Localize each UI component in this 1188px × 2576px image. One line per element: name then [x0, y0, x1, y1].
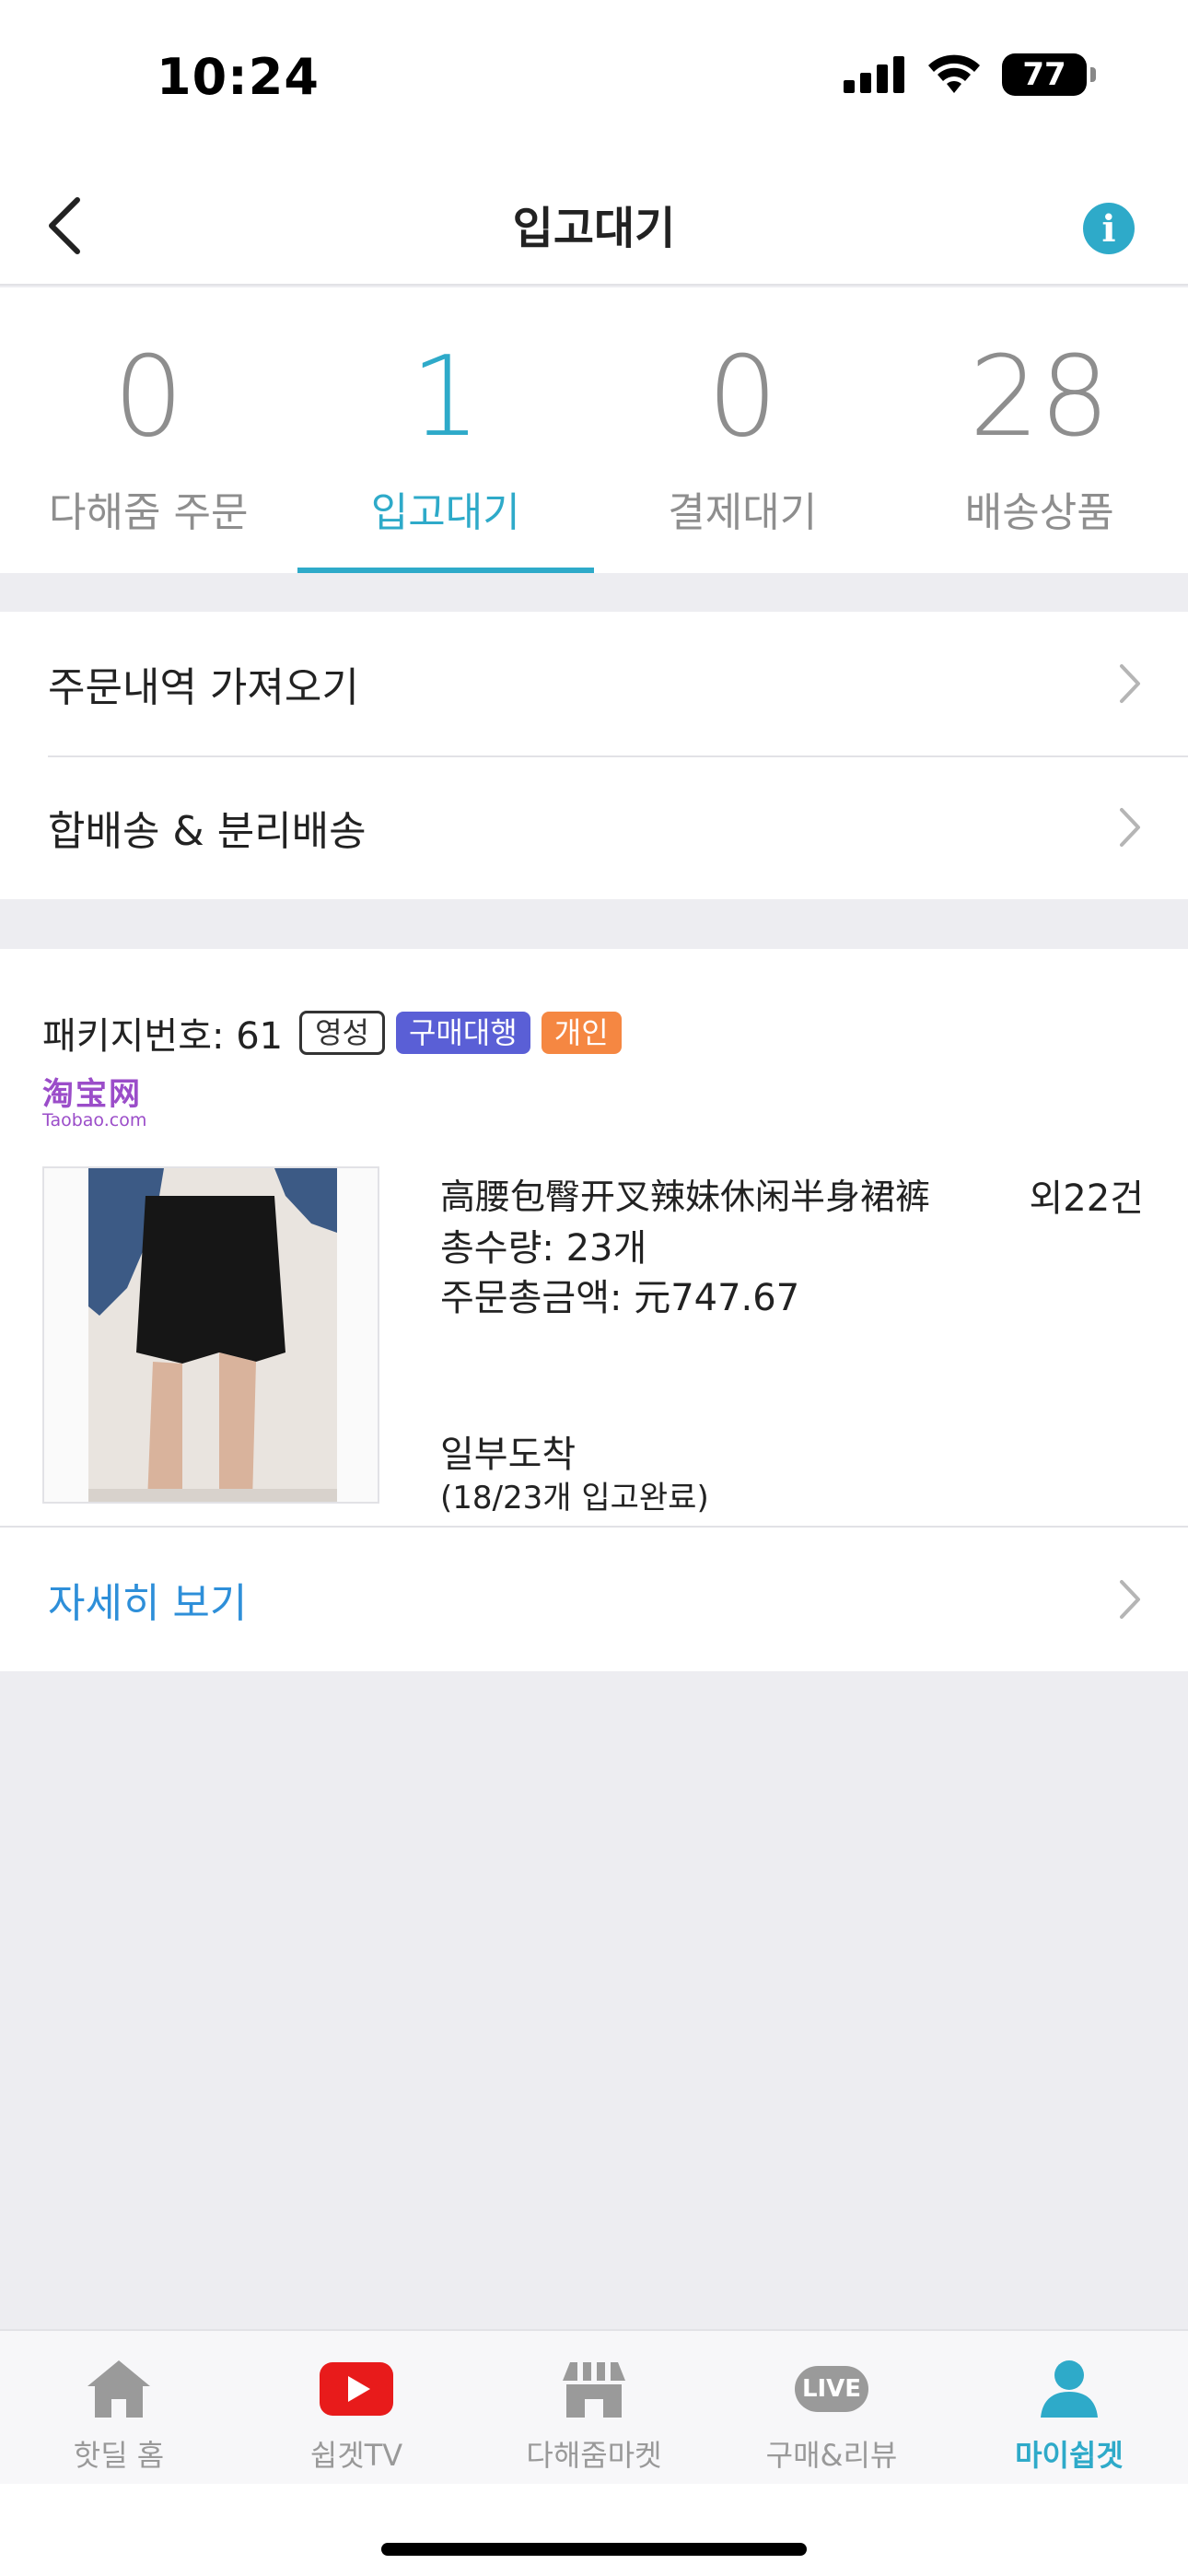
menu-item-label: 주문내역 가져오기: [48, 664, 359, 711]
home-indicator-area: [0, 2484, 1188, 2576]
import-order-history-item[interactable]: 주문내역 가져오기: [0, 612, 1188, 755]
status-time: 10:24: [157, 48, 320, 106]
arrival-status: 일부도착: [440, 1434, 577, 1476]
taobao-logo: 淘宝网 Taobao.com: [42, 1078, 162, 1130]
package-product[interactable]: 高腰包臀开叉辣妹休闲半身裙裤 외22건 총수량: 23개 주문총금액: 元747…: [0, 1130, 1188, 1526]
tab-count: 0: [113, 334, 184, 462]
tab-count: 28: [969, 334, 1111, 462]
person-icon: [1032, 2359, 1106, 2419]
package-number: 패키지번호: 61: [42, 1015, 284, 1058]
taobao-logo-subtext: Taobao.com: [42, 1110, 147, 1130]
arrival-detail: (18/23개 입고완료): [440, 1480, 709, 1516]
tab-shipget-tv[interactable]: 쉽겟TV: [238, 2331, 475, 2484]
store-icon: [557, 2359, 631, 2419]
live-badge: LIVE: [795, 2366, 868, 2412]
product-name: 高腰包臀开叉辣妹休闲半身裙裤: [440, 1177, 931, 1217]
tab-hotdeal-home[interactable]: 핫딜 홈: [0, 2331, 238, 2484]
total-quantity: 총수량: 23개: [440, 1227, 647, 1270]
tab-dahaejum-order[interactable]: 0 다해줌 주문: [0, 287, 297, 573]
status-icons: 77: [844, 53, 1096, 96]
skirt-product-image: [44, 1168, 378, 1502]
tab-label: 마이쉽겟: [1015, 2438, 1124, 2473]
tab-count: 1: [410, 334, 481, 462]
package-card: 패키지번호: 61 영성 구매대행 개인 淘宝网 Taobao.com 高腰包臀…: [0, 949, 1188, 1671]
order-status-tabs: 0 다해줌 주문 1 입고대기 0 결제대기 28 배송상품: [0, 287, 1188, 573]
bottom-tab-bar: 핫딜 홈 쉽겟TV 다해줌마켓 LIVE 구매&리뷰 마이쉽겟: [0, 2329, 1188, 2484]
product-thumbnail[interactable]: [42, 1166, 379, 1504]
status-bar: 10:24 77: [0, 0, 1188, 157]
tab-shipping-items[interactable]: 28 배송상품: [891, 287, 1188, 573]
view-details-link[interactable]: 자세히 보기: [0, 1526, 1188, 1671]
view-details-label: 자세히 보기: [48, 1580, 248, 1627]
tab-dahaejum-market[interactable]: 다해줌마켓: [475, 2331, 713, 2484]
signal-icon: [844, 56, 904, 93]
tab-label: 구매&리뷰: [765, 2438, 898, 2473]
extra-item-count: 외22건: [1029, 1177, 1145, 1220]
home-icon: [82, 2359, 156, 2419]
package-header: 패키지번호: 61 영성 구매대행 개인: [0, 949, 1188, 1078]
tab-label: 배송상품: [964, 489, 1114, 536]
tab-label: 입고대기: [370, 489, 520, 536]
badge-yeongseong: 영성: [299, 1011, 385, 1055]
tab-count: 0: [707, 334, 778, 462]
tab-label: 쉽겟TV: [309, 2438, 403, 2473]
chevron-right-icon: [1120, 1580, 1140, 1619]
home-indicator[interactable]: [381, 2543, 807, 2556]
action-menu: 주문내역 가져오기 합배송 & 분리배송: [0, 612, 1188, 899]
order-total-amount: 주문총금액: 元747.67: [440, 1277, 800, 1319]
battery-indicator: 77: [1002, 53, 1096, 96]
badge-purchase-agent: 구매대행: [395, 1012, 530, 1054]
chevron-right-icon: [1120, 808, 1140, 847]
badge-personal: 개인: [541, 1012, 622, 1054]
tab-awaiting-payment[interactable]: 0 결제대기: [594, 287, 891, 573]
tab-label: 결제대기: [668, 489, 818, 536]
live-icon: LIVE: [795, 2359, 868, 2419]
tab-label: 핫딜 홈: [73, 2438, 165, 2473]
tab-label: 다해줌마켓: [526, 2438, 662, 2473]
info-icon: i: [1101, 206, 1116, 251]
info-button[interactable]: i: [1083, 203, 1135, 254]
wifi-icon: [928, 54, 980, 93]
youtube-icon: [320, 2359, 393, 2419]
taobao-logo-text: 淘宝网: [42, 1076, 142, 1113]
chevron-right-icon: [1120, 664, 1140, 703]
combine-split-shipping-item[interactable]: 합배송 & 분리배송: [0, 755, 1188, 899]
tab-label: 다해줌 주문: [49, 489, 249, 536]
page-title: 입고대기: [512, 203, 676, 254]
nav-bar: 입고대기 i: [0, 157, 1188, 286]
menu-item-label: 합배송 & 분리배송: [48, 808, 367, 855]
tab-awaiting-arrival[interactable]: 1 입고대기: [297, 287, 595, 573]
tab-purchase-review[interactable]: LIVE 구매&리뷰: [713, 2331, 950, 2484]
tab-my-shipget[interactable]: 마이쉽겟: [950, 2331, 1188, 2484]
